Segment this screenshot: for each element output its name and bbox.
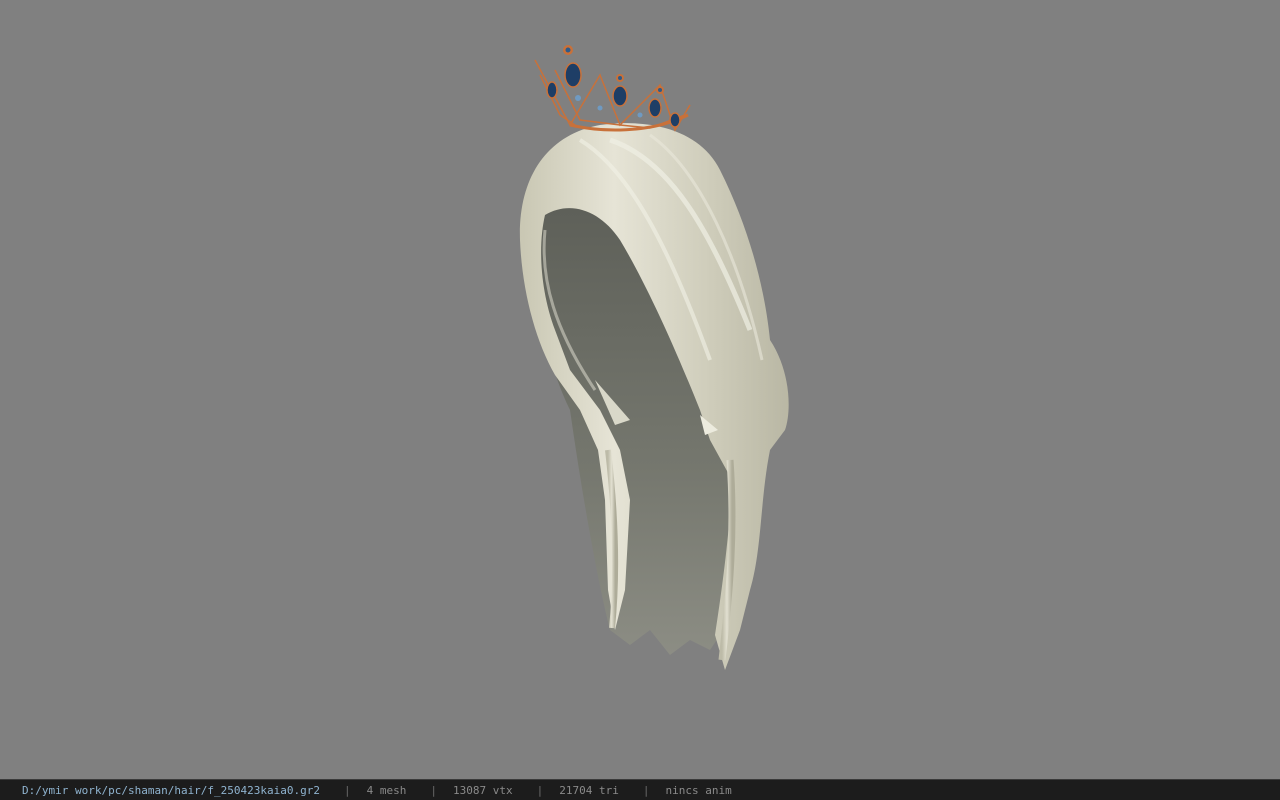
separator: | — [344, 783, 351, 797]
vertex-count: 13087 vtx — [453, 783, 513, 797]
separator: | — [536, 783, 544, 797]
3d-viewport[interactable] — [0, 0, 1280, 779]
animation-status: nincs anim — [665, 783, 732, 797]
triangle-count: 21704 tri — [559, 783, 619, 797]
mesh-count: 4 mesh — [366, 783, 407, 797]
hair-model — [519, 45, 789, 671]
separator: | — [430, 783, 438, 797]
file-path: D:/ymir work/pc/shaman/hair/f_250423kaia… — [22, 783, 321, 797]
separator: | — [642, 783, 650, 797]
status-bar: D:/ymir work/pc/shaman/hair/f_250423kaia… — [0, 779, 1280, 800]
